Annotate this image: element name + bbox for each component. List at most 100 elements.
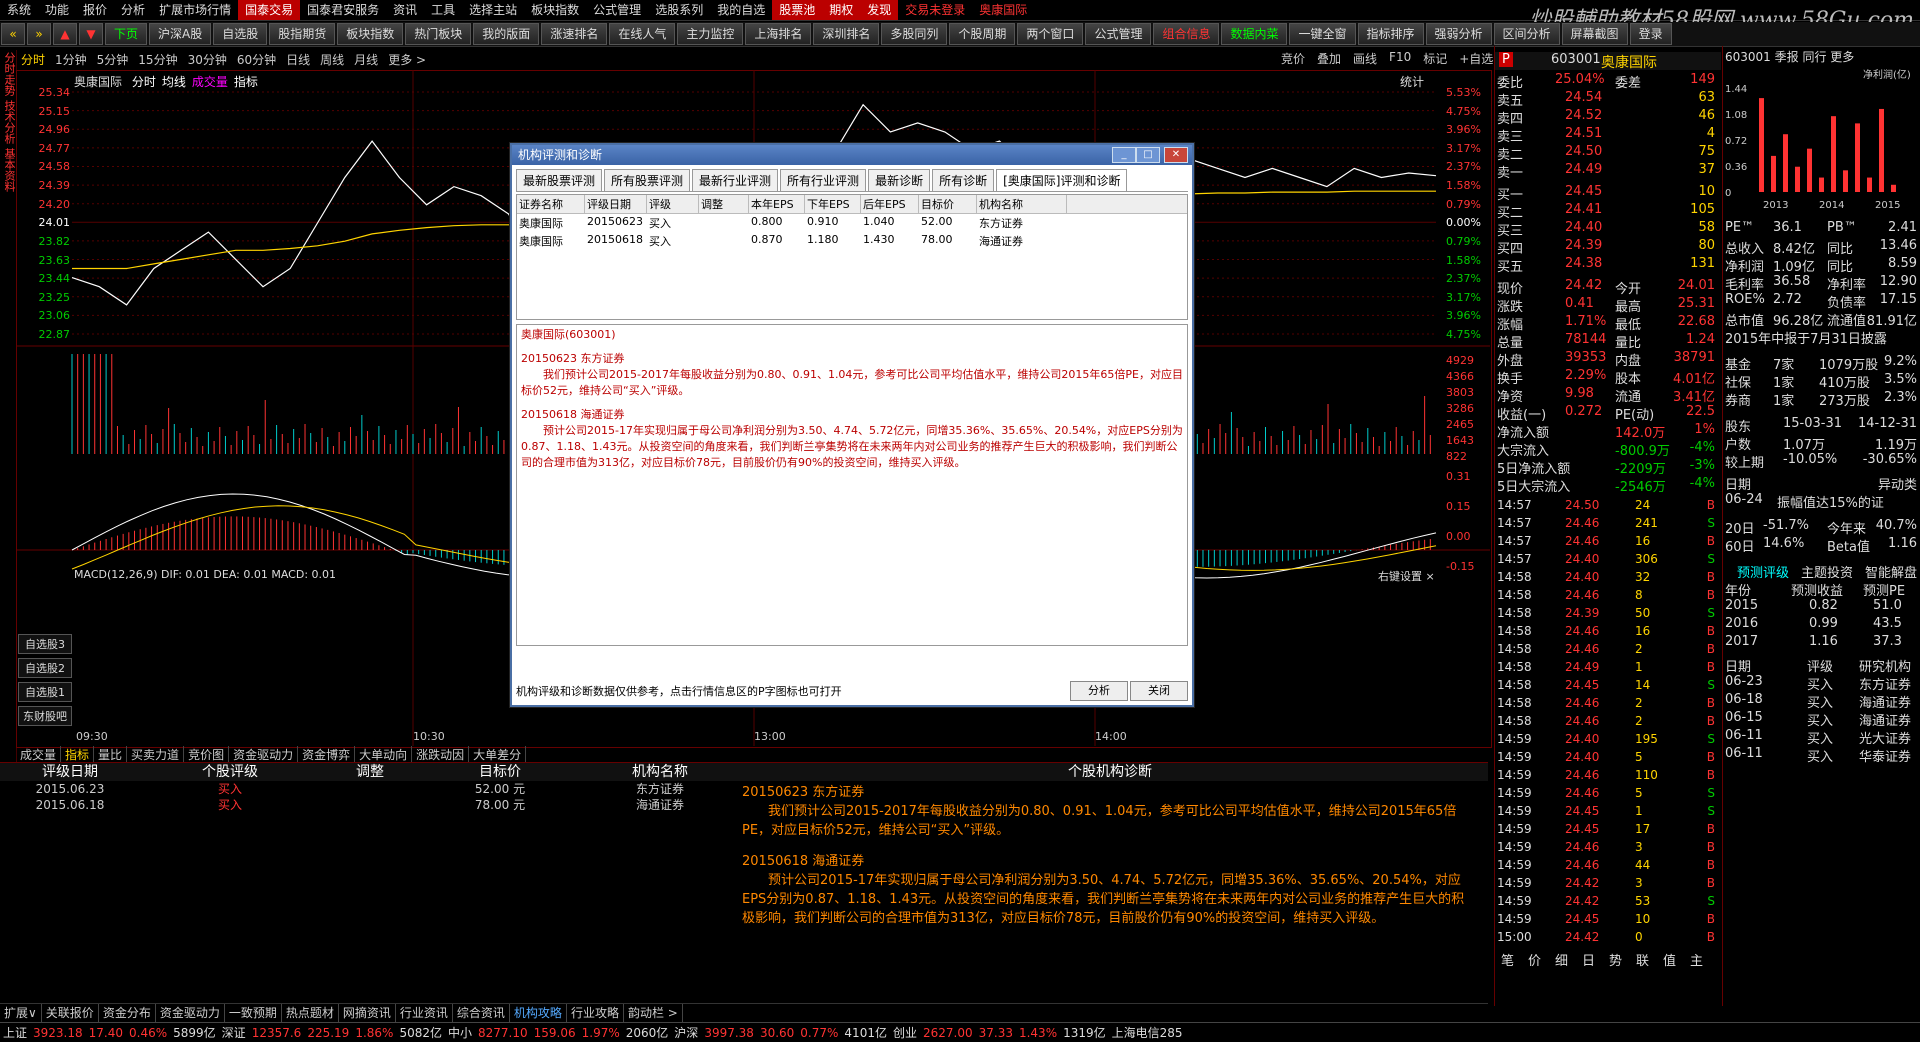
bottom-tab-5[interactable]: 热点题材 — [282, 1004, 339, 1022]
menu-item-10[interactable]: 板块指数 — [524, 0, 586, 20]
bottom-tab-2[interactable]: 资金分布 — [99, 1004, 156, 1022]
toolbar-button-0[interactable]: 下页 — [105, 23, 148, 45]
chart-tool-5[interactable]: +自选 — [1453, 50, 1499, 67]
bottom-tab-4[interactable]: 一致预期 — [225, 1004, 282, 1022]
toolbar-button-7[interactable]: 涨速排名 — [541, 23, 608, 45]
toolbar-button-15[interactable]: 公式管理 — [1085, 23, 1152, 45]
toolbar-button-22[interactable]: 屏幕截图 — [1561, 23, 1628, 45]
bottom-tab-11[interactable]: 韵动栏 > — [624, 1004, 683, 1022]
up-arrow-icon[interactable]: ▲ — [53, 23, 77, 45]
toolbar-button-10[interactable]: 上海排名 — [745, 23, 812, 45]
column-header[interactable]: 下年EPS — [805, 195, 861, 213]
quote-tab[interactable]: 细 — [1555, 950, 1568, 969]
toolbar-button-8[interactable]: 在线人气 — [609, 23, 676, 45]
bottom-tab-1[interactable]: 关联报价 — [42, 1004, 99, 1022]
forecast-tab[interactable]: 主题投资 — [1801, 562, 1853, 581]
close-button[interactable]: 关闭 — [1130, 681, 1188, 701]
quote-tab[interactable]: 价 — [1528, 950, 1541, 969]
period-tab-6[interactable]: 日线 — [281, 51, 315, 68]
period-tab-4[interactable]: 30分钟 — [183, 51, 232, 68]
back-icon[interactable]: « — [1, 23, 25, 45]
menu-item-18[interactable]: 奥康国际 — [972, 0, 1034, 20]
bottom-tab-10[interactable]: 行业攻略 — [567, 1004, 624, 1022]
toolbar-button-18[interactable]: 一键全窗 — [1289, 23, 1356, 45]
chart-tool-1[interactable]: 叠加 — [1311, 50, 1347, 67]
indicator-tab-2[interactable]: 量比 — [94, 746, 128, 762]
toolbar-button-12[interactable]: 多股同列 — [881, 23, 948, 45]
indicator-tab-6[interactable]: 资金博弈 — [298, 746, 356, 762]
dialog-tab-4[interactable]: 最新诊断 — [868, 169, 931, 191]
menu-item-8[interactable]: 工具 — [424, 0, 462, 20]
toolbar-button-4[interactable]: 板块指数 — [337, 23, 404, 45]
toolbar-button-14[interactable]: 两个窗口 — [1017, 23, 1084, 45]
column-header[interactable]: 后年EPS — [861, 195, 919, 213]
toolbar-button-20[interactable]: 强弱分析 — [1425, 23, 1492, 45]
period-tab-5[interactable]: 60分钟 — [232, 51, 281, 68]
menu-item-4[interactable]: 扩展市场行情 — [152, 0, 238, 20]
bottom-tab-9[interactable]: 机构攻略 — [510, 1004, 567, 1022]
quote-tab[interactable]: 笔 — [1501, 950, 1514, 969]
chart-tool-0[interactable]: 竞价 — [1275, 50, 1311, 67]
table-row[interactable]: 奥康国际 20150623 买入 0.800 0.910 1.040 52.00 东方证券 — [517, 214, 1187, 232]
toolbar-button-23[interactable]: 登录 — [1629, 23, 1672, 45]
dialog-tab-2[interactable]: 最新行业评测 — [692, 169, 779, 191]
period-tab-1[interactable]: 1分钟 — [50, 51, 92, 68]
bottom-tab-6[interactable]: 网摘资讯 — [339, 1004, 396, 1022]
indicator-tab-9[interactable]: 大单差分 — [469, 746, 527, 762]
menu-item-14[interactable]: 股票池 — [772, 0, 823, 20]
period-tab-3[interactable]: 15分钟 — [133, 51, 182, 68]
toolbar-button-16[interactable]: 组合信息 — [1153, 23, 1220, 45]
menu-item-11[interactable]: 公式管理 — [586, 0, 648, 20]
chart-tool-2[interactable]: 画线 — [1347, 50, 1383, 67]
menu-item-5[interactable]: 国泰交易 — [238, 0, 301, 20]
bottom-tab-8[interactable]: 综合资讯 — [453, 1004, 510, 1022]
column-header[interactable]: 目标价 — [919, 195, 977, 213]
indicator-tab-4[interactable]: 竞价图 — [184, 746, 230, 762]
chart-tool-3[interactable]: F10 — [1383, 50, 1417, 67]
menu-item-2[interactable]: 报价 — [76, 0, 114, 20]
macd-settings[interactable]: 右键设置 × — [1378, 568, 1435, 584]
menu-item-15[interactable]: 期权 — [822, 0, 861, 20]
toolbar-button-9[interactable]: 主力监控 — [677, 23, 744, 45]
period-tab-9[interactable]: 更多 > — [383, 51, 431, 68]
menu-item-1[interactable]: 功能 — [38, 0, 76, 20]
menu-item-17[interactable]: 交易未登录 — [898, 0, 972, 20]
period-tab-8[interactable]: 月线 — [349, 51, 383, 68]
forecast-tab[interactable]: 智能解盘 — [1865, 562, 1917, 581]
minimize-icon[interactable]: _ — [1112, 147, 1136, 163]
maximize-icon[interactable]: □ — [1136, 147, 1160, 163]
period-tab-2[interactable]: 5分钟 — [92, 51, 134, 68]
menu-item-13[interactable]: 我的自选 — [710, 0, 772, 20]
column-header[interactable]: 评级日期 — [585, 195, 647, 213]
bottom-tab-0[interactable]: 扩展∨ — [0, 1004, 42, 1022]
menu-item-12[interactable]: 选股系列 — [648, 0, 710, 20]
column-header[interactable]: 机构名称 — [977, 195, 1067, 213]
dialog-tab-6[interactable]: [奥康国际]评测和诊断 — [996, 169, 1128, 191]
indicator-tab-0[interactable]: 成交量 — [16, 746, 62, 762]
quote-tab[interactable]: 联 — [1636, 950, 1649, 969]
indicator-tab-7[interactable]: 大单动向 — [355, 746, 413, 762]
toolbar-button-19[interactable]: 指标排序 — [1357, 23, 1424, 45]
side-button-2[interactable]: 自选股1 — [18, 682, 72, 702]
menu-item-0[interactable]: 系统 — [0, 0, 38, 20]
menu-item-9[interactable]: 选择主站 — [462, 0, 524, 20]
side-button-1[interactable]: 自选股2 — [18, 658, 72, 678]
indicator-tab-5[interactable]: 资金驱动力 — [229, 746, 299, 762]
dialog-tab-1[interactable]: 所有股票评测 — [604, 169, 691, 191]
forecast-tab[interactable]: 预测评级 — [1737, 562, 1789, 581]
toolbar-button-11[interactable]: 深圳排名 — [813, 23, 880, 45]
toolbar-button-6[interactable]: 我的版面 — [473, 23, 540, 45]
side-button-3[interactable]: 东财股吧 — [18, 706, 72, 726]
table-row[interactable]: 奥康国际 20150618 买入 0.870 1.180 1.430 78.00 海通证券 — [517, 232, 1187, 250]
dialog-tab-3[interactable]: 所有行业评测 — [780, 169, 867, 191]
toolbar-button-17[interactable]: 数据内菜 — [1221, 23, 1288, 45]
quote-tab[interactable]: 主 — [1690, 950, 1703, 969]
column-header[interactable]: 评级 — [647, 195, 699, 213]
chart-tool-4[interactable]: 标记 — [1417, 50, 1453, 67]
period-tab-0[interactable]: 分时 — [16, 51, 50, 68]
menu-item-3[interactable]: 分析 — [114, 0, 152, 20]
analyze-button[interactable]: 分析 — [1070, 681, 1128, 701]
period-tab-7[interactable]: 周线 — [315, 51, 349, 68]
toolbar-button-1[interactable]: 沪深A股 — [149, 23, 212, 45]
quote-tab[interactable]: 势 — [1609, 950, 1622, 969]
